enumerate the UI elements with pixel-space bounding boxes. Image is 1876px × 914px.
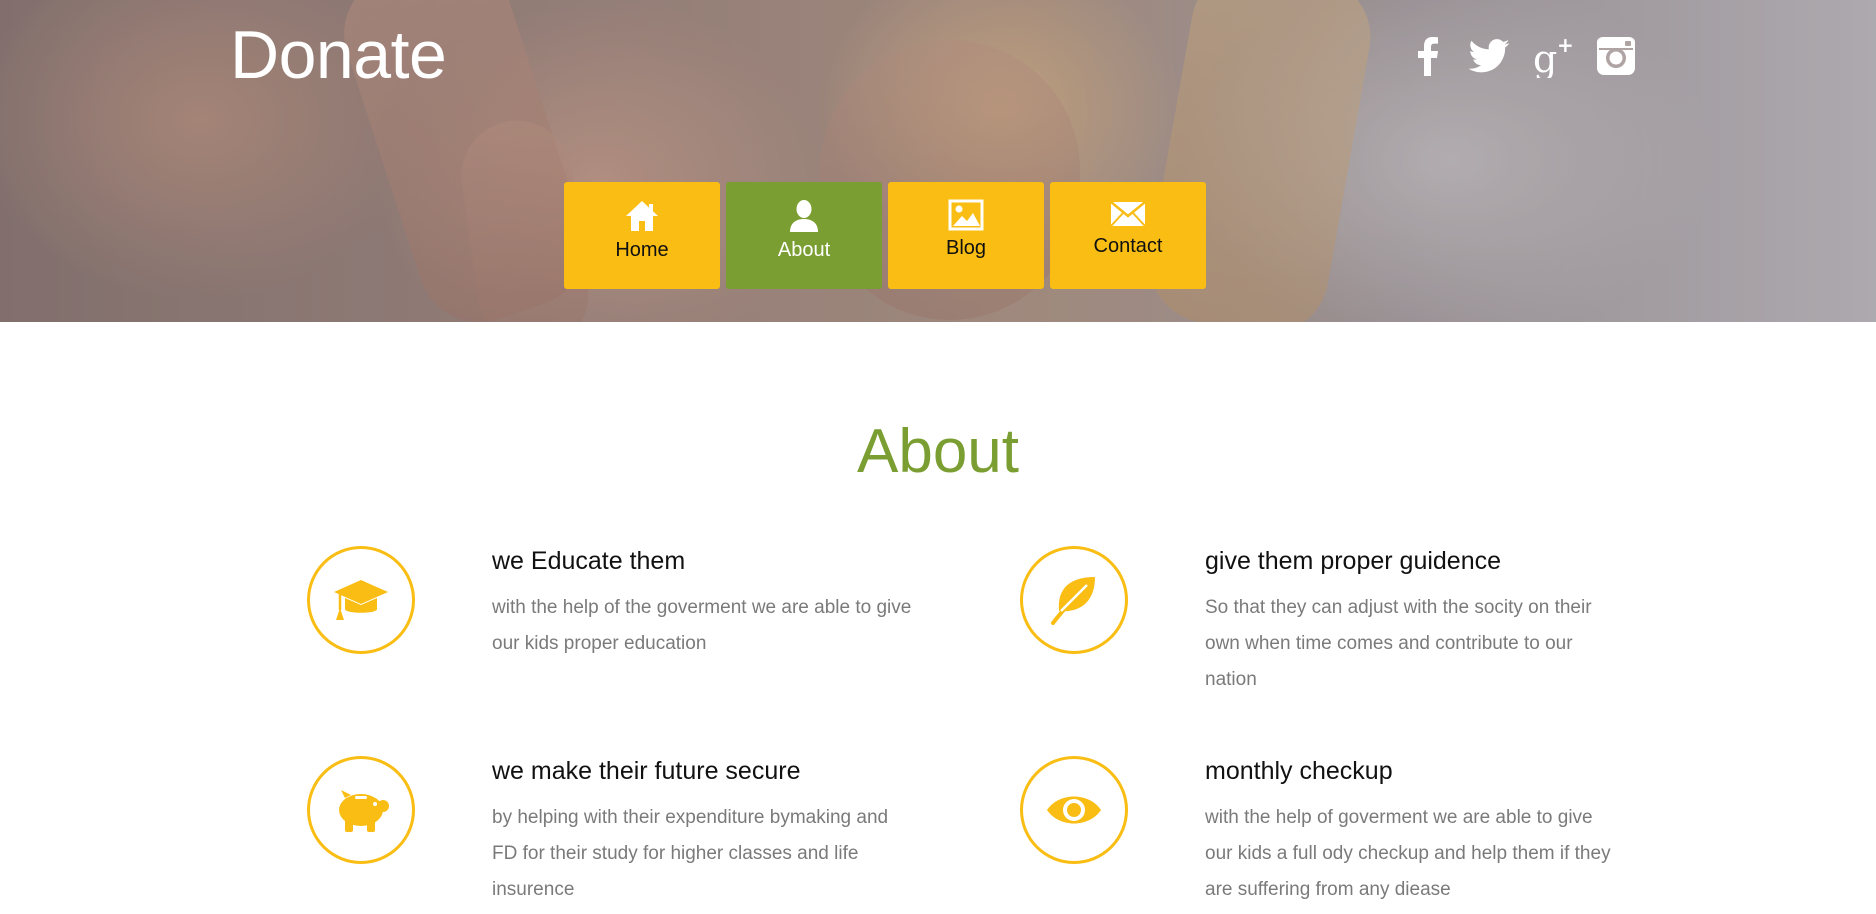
nav-item-about[interactable]: About: [726, 182, 882, 289]
eye-icon: [1020, 756, 1128, 864]
feature-description: with the help of the goverment we are ab…: [492, 597, 912, 654]
leaf-icon: [1020, 546, 1128, 654]
nav-item-contact[interactable]: Contact: [1050, 182, 1206, 289]
piggy-bank-icon: [307, 756, 415, 864]
facebook-icon[interactable]: [1405, 30, 1451, 82]
home-icon: [626, 201, 658, 231]
google-plus-icon[interactable]: g +: [1530, 30, 1576, 82]
feature-description: So that they can adjust with the socity …: [1205, 597, 1592, 690]
nav-label-about: About: [777, 239, 831, 261]
nav-label-home: Home: [615, 239, 669, 261]
main-nav: Home About Blog Contact: [564, 182, 1206, 289]
mail-icon: [1110, 201, 1146, 227]
image-icon: [948, 199, 984, 231]
graduation-cap-icon: [307, 546, 415, 654]
nav-item-blog[interactable]: Blog: [888, 182, 1044, 289]
nav-label-contact: Contact: [1093, 235, 1163, 257]
svg-text:g: g: [1533, 37, 1557, 78]
section-title: About: [856, 417, 1020, 486]
feature-title: monthly checkup: [1205, 757, 1393, 785]
feature-title: give them proper guidence: [1205, 547, 1502, 575]
svg-text:+: +: [1557, 34, 1574, 57]
nav-label-blog: Blog: [945, 237, 987, 259]
user-icon: [790, 200, 818, 232]
hero-banner: Donate g + Home About Blog Contact: [0, 0, 1876, 322]
feature-title: we Educate them: [492, 547, 686, 575]
site-logo[interactable]: Donate: [230, 14, 447, 96]
feature-description: with the help of goverment we are able t…: [1205, 807, 1611, 900]
nav-item-home[interactable]: Home: [564, 182, 720, 289]
instagram-icon[interactable]: [1593, 30, 1639, 82]
feature-title: we make their future secure: [492, 757, 801, 785]
twitter-icon[interactable]: [1466, 30, 1512, 82]
feature-description: by helping with their expenditure bymaki…: [492, 807, 889, 900]
